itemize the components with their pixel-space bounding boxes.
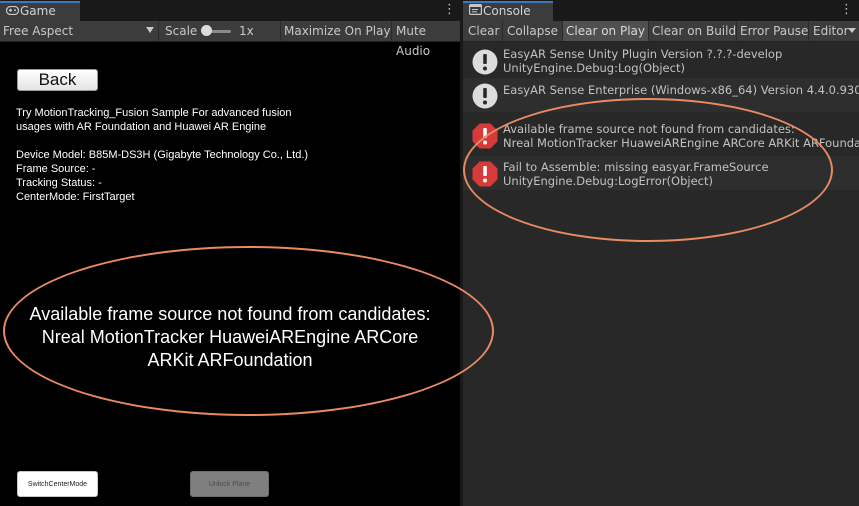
console-toolbar: Clear Collapse Clear on Play Clear on Bu… bbox=[463, 21, 859, 42]
error-icon bbox=[472, 123, 498, 149]
message-line3: ARKit ARFoundation bbox=[147, 350, 313, 370]
error-pause-toggle[interactable]: Error Pause bbox=[737, 21, 811, 41]
switch-center-mode-button[interactable]: SwitchCenterMode bbox=[17, 471, 98, 497]
scale-slider-knob[interactable] bbox=[201, 25, 212, 36]
log-entry-line1: Fail to Assemble: missing easyar.FrameSo… bbox=[503, 160, 769, 174]
tab-console[interactable]: Console bbox=[463, 1, 553, 21]
info-icon bbox=[472, 49, 498, 75]
game-toolbar: Free Aspect Scale 1x Maximize On Play Mu… bbox=[0, 21, 460, 58]
game-panel: Game ⋮ Free Aspect Scale 1x Maximize On … bbox=[0, 0, 460, 506]
clear-button[interactable]: Clear bbox=[465, 21, 502, 41]
console-icon bbox=[469, 3, 483, 20]
log-entry-line2: UnityEngine.Debug:Log(Object) bbox=[503, 61, 685, 75]
toolbar-separator bbox=[158, 21, 159, 41]
message-line1: Available frame source not found from ca… bbox=[29, 304, 431, 324]
frame-source-error-message: Available frame source not found from ca… bbox=[0, 303, 460, 372]
back-button[interactable]: Back bbox=[17, 69, 98, 91]
center-mode-text: CenterMode: FirstTarget bbox=[16, 191, 135, 203]
log-entry-line1: EasyAR Sense Enterprise (Windows-x86_64)… bbox=[503, 83, 859, 97]
console-tabbar: Console ⋮ bbox=[463, 0, 859, 21]
toolbar-separator bbox=[391, 21, 392, 41]
log-entry-line1: EasyAR Sense Unity Plugin Version ?.?.?-… bbox=[503, 47, 783, 61]
message-line2: Nreal MotionTracker HuaweiAREngine ARCor… bbox=[41, 327, 419, 347]
unlock-plane-button[interactable]: Unlock Plane bbox=[190, 471, 269, 497]
intro-text-line1: Try MotionTracking_Fusion Sample For adv… bbox=[16, 107, 292, 119]
game-tabbar: Game ⋮ bbox=[0, 0, 460, 21]
editor-dropdown-arrow-icon[interactable] bbox=[848, 28, 856, 33]
log-entry-line1: Available frame source not found from ca… bbox=[503, 122, 795, 136]
frame-source-text: Frame Source: - bbox=[16, 163, 96, 175]
scale-value: 1x bbox=[239, 24, 254, 38]
toolbar-separator bbox=[280, 21, 281, 41]
tab-game[interactable]: Game bbox=[0, 1, 80, 21]
tab-game-label: Game bbox=[20, 4, 56, 18]
collapse-button[interactable]: Collapse bbox=[504, 21, 561, 41]
clear-on-build-toggle[interactable]: Clear on Build bbox=[649, 21, 739, 41]
info-icon bbox=[472, 83, 498, 109]
game-menu-kebab-icon[interactable]: ⋮ bbox=[443, 3, 456, 17]
mute-audio-button[interactable]: Mute Audio bbox=[396, 21, 460, 58]
tab-console-label: Console bbox=[483, 4, 531, 18]
log-entry-error[interactable]: Fail to Assemble: missing easyar.FrameSo… bbox=[463, 156, 859, 190]
aspect-dropdown-label[interactable]: Free Aspect bbox=[3, 21, 73, 41]
editor-dropdown[interactable]: Editor bbox=[810, 21, 852, 41]
aspect-dropdown-arrow-icon[interactable] bbox=[146, 27, 154, 33]
log-entry-error[interactable]: Available frame source not found from ca… bbox=[463, 118, 859, 152]
maximize-on-play-button[interactable]: Maximize On Play bbox=[284, 21, 391, 41]
console-menu-kebab-icon[interactable]: ⋮ bbox=[840, 3, 853, 17]
clear-on-play-toggle[interactable]: Clear on Play bbox=[563, 21, 648, 41]
tracking-status-text: Tracking Status: - bbox=[16, 177, 102, 189]
scale-label: Scale bbox=[165, 24, 198, 38]
log-entry-line2: Nreal MotionTracker HuaweiAREngine ARCor… bbox=[503, 136, 859, 150]
intro-text-line2: usages with AR Foundation and Huawei AR … bbox=[16, 121, 267, 133]
toolbar-separator bbox=[808, 21, 809, 41]
log-entry-line2: UnityEngine.Debug:LogError(Object) bbox=[503, 174, 713, 188]
gamepad-icon bbox=[5, 3, 20, 20]
device-model-text: Device Model: B85M-DS3H (Gigabyte Techno… bbox=[16, 149, 309, 161]
log-entry[interactable]: EasyAR Sense Enterprise (Windows-x86_64)… bbox=[463, 78, 859, 112]
toolbar-separator bbox=[502, 21, 503, 41]
error-icon bbox=[472, 161, 498, 187]
log-entry[interactable]: EasyAR Sense Unity Plugin Version ?.?.?-… bbox=[463, 44, 859, 78]
console-panel: Console ⋮ Clear Collapse Clear on Play C… bbox=[463, 0, 859, 506]
